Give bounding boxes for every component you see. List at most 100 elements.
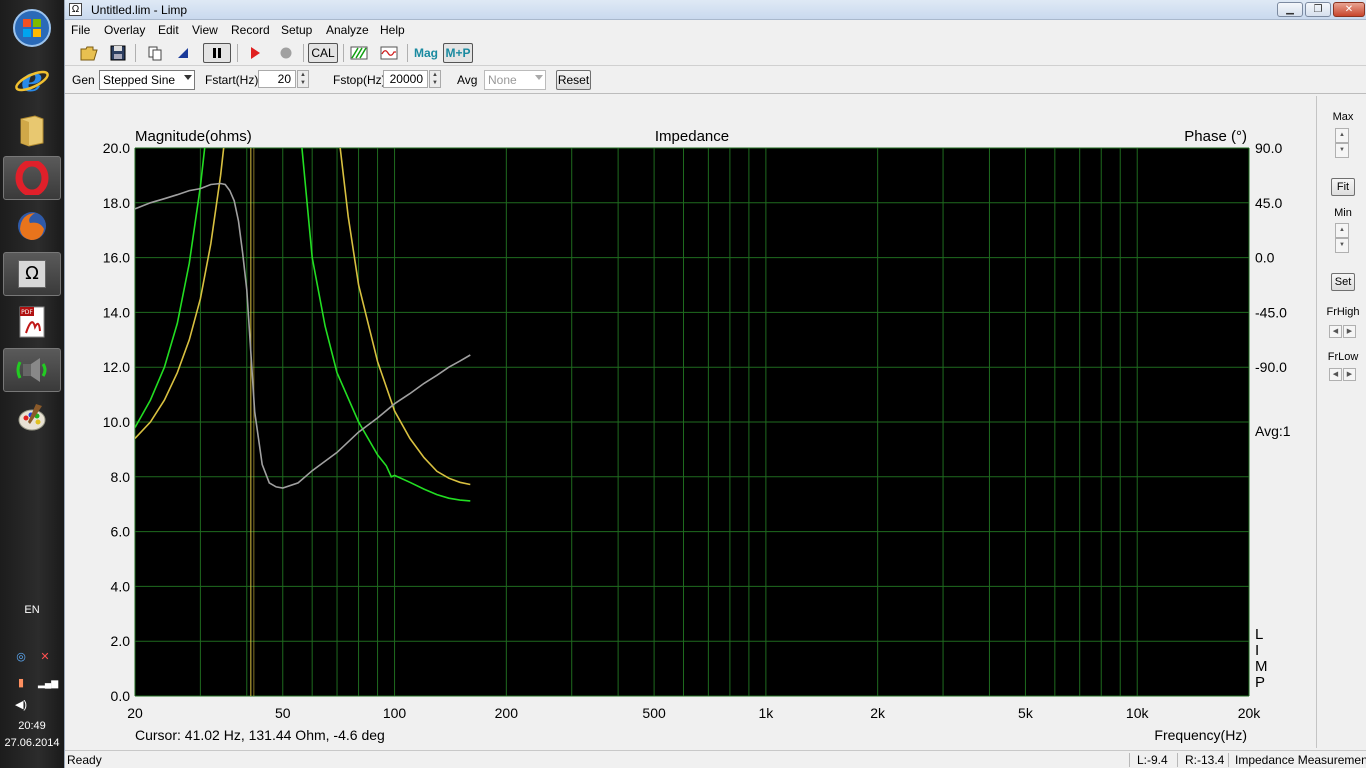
min-up-button[interactable]: ▲ bbox=[1335, 223, 1349, 238]
opera-icon[interactable] bbox=[3, 156, 61, 200]
start-orb-icon[interactable] bbox=[3, 6, 61, 50]
menu-help[interactable]: Help bbox=[380, 23, 405, 37]
chevron-down-icon bbox=[535, 75, 543, 80]
frlow-left-button[interactable]: ◀ bbox=[1329, 368, 1342, 381]
limp-letter: L bbox=[1255, 626, 1263, 643]
chart-title: Impedance bbox=[655, 128, 729, 145]
fstart-input[interactable]: 20 bbox=[258, 70, 296, 88]
max-up-button[interactable]: ▲ bbox=[1335, 128, 1349, 143]
set-button[interactable]: Set bbox=[1331, 273, 1355, 291]
x-tick-label: 50 bbox=[275, 705, 291, 721]
menu-record[interactable]: Record bbox=[231, 23, 270, 37]
stop-button[interactable] bbox=[274, 43, 298, 63]
x-tick-label: 20k bbox=[1238, 705, 1262, 721]
left-tick-label: 14.0 bbox=[103, 304, 130, 320]
fstop-input[interactable]: 20000 bbox=[383, 70, 428, 88]
gen-label: Gen bbox=[72, 73, 95, 87]
windows-taskbar: e Ω PDF EN ◎ ✕ ▮ ▂▄▆ ◀) 20:49 27.06.2014 bbox=[0, 0, 64, 768]
x-tick-label: 2k bbox=[870, 705, 886, 721]
menu-analyze[interactable]: Analyze bbox=[326, 23, 369, 37]
left-tick-label: 0.0 bbox=[111, 688, 131, 704]
gen-select[interactable]: Stepped Sine bbox=[99, 70, 195, 90]
svg-text:PDF: PDF bbox=[21, 309, 33, 316]
folder-icon[interactable] bbox=[3, 108, 61, 152]
status-left-level: L:-9.4 bbox=[1137, 753, 1168, 767]
frlow-right-button[interactable]: ▶ bbox=[1343, 368, 1356, 381]
toolbar: CAL Mag M+P bbox=[65, 40, 1366, 66]
menu-edit[interactable]: Edit bbox=[158, 23, 179, 37]
fstart-spinner[interactable]: ▲ ▼ bbox=[297, 70, 309, 88]
right-tick-label: 0.0 bbox=[1255, 250, 1275, 266]
fstop-spinner[interactable]: ▲ ▼ bbox=[429, 70, 441, 88]
language-indicator[interactable]: EN bbox=[0, 604, 64, 616]
fstart-label: Fstart(Hz) bbox=[205, 73, 259, 87]
gen-select-value: Stepped Sine bbox=[103, 73, 176, 87]
paint-icon[interactable] bbox=[3, 396, 61, 440]
max-down-button[interactable]: ▼ bbox=[1335, 143, 1349, 158]
limp-letter: P bbox=[1255, 674, 1265, 691]
clock-date[interactable]: 27.06.2014 bbox=[0, 737, 64, 749]
chart-panel: 20.0 18.0 16.0 14.0 12.0 10.0 8.0 6.0 4.0 2.0 0.0 9… bbox=[67, 96, 1317, 748]
overlay-hatch-icon[interactable] bbox=[347, 43, 371, 63]
menu-setup[interactable]: Setup bbox=[281, 23, 312, 37]
left-axis-title: Magnitude(ohms) bbox=[135, 128, 252, 145]
restore-button[interactable]: ❐ bbox=[1305, 2, 1331, 17]
status-mode: Impedance Measuremen bbox=[1235, 753, 1366, 767]
waveform-icon[interactable] bbox=[377, 43, 401, 63]
firefox-icon[interactable] bbox=[3, 204, 61, 248]
left-tick-label: 10.0 bbox=[103, 414, 130, 430]
limp-omega-icon[interactable]: Ω bbox=[3, 252, 61, 296]
avg-select[interactable]: None bbox=[484, 70, 546, 90]
close-button[interactable]: ✕ bbox=[1333, 2, 1365, 17]
volume-tray-icon[interactable]: ◀) bbox=[14, 698, 28, 712]
window-title: Untitled.lim - Limp bbox=[91, 3, 188, 17]
frhigh-label: FrHigh bbox=[1326, 306, 1360, 318]
x-tick-label: 100 bbox=[383, 705, 407, 721]
menu-overlay[interactable]: Overlay bbox=[104, 23, 145, 37]
action-center-icon[interactable]: ✕ bbox=[38, 650, 52, 664]
frhigh-left-button[interactable]: ◀ bbox=[1329, 325, 1342, 338]
avg-label: Avg bbox=[457, 73, 478, 87]
open-file-icon[interactable] bbox=[77, 43, 101, 63]
frhigh-right-button[interactable]: ▶ bbox=[1343, 325, 1356, 338]
fstop-label: Fstop(Hz) bbox=[333, 73, 386, 87]
left-tick-label: 2.0 bbox=[111, 633, 131, 649]
fit-button[interactable]: Fit bbox=[1331, 178, 1355, 196]
mag-button[interactable]: Mag bbox=[411, 43, 441, 63]
avg-select-value: None bbox=[488, 73, 517, 87]
network-tray-icon[interactable]: ◎ bbox=[14, 650, 28, 664]
signal-tray-icon[interactable]: ▂▄▆ bbox=[38, 676, 58, 690]
limp-window: Ω Untitled.lim - Limp ▁ ❐ ✕ File Overlay… bbox=[64, 0, 1366, 768]
save-icon[interactable] bbox=[106, 43, 130, 63]
reset-button[interactable]: Reset bbox=[556, 70, 591, 90]
chevron-down-icon bbox=[184, 75, 192, 80]
limp-letter: I bbox=[1255, 642, 1259, 659]
mag-phase-button[interactable]: M+P bbox=[443, 43, 473, 63]
pdf-icon[interactable]: PDF bbox=[3, 300, 61, 344]
svg-text:e: e bbox=[21, 62, 43, 98]
app-omega-icon[interactable]: Ω bbox=[69, 3, 82, 16]
menu-bar: File Overlay Edit View Record Setup Anal… bbox=[65, 20, 1366, 40]
left-tick-label: 20.0 bbox=[103, 140, 130, 156]
internet-explorer-icon[interactable]: e bbox=[3, 58, 61, 102]
left-tick-label: 12.0 bbox=[103, 359, 130, 375]
title-bar[interactable]: Ω Untitled.lim - Limp ▁ ❐ ✕ bbox=[65, 0, 1366, 20]
clock-time[interactable]: 20:49 bbox=[0, 720, 64, 732]
copy-icon[interactable] bbox=[143, 43, 167, 63]
menu-file[interactable]: File bbox=[71, 23, 90, 37]
power-tray-icon[interactable]: ▮ bbox=[14, 676, 28, 690]
left-tick-label: 4.0 bbox=[111, 578, 131, 594]
right-tick-label: 45.0 bbox=[1255, 195, 1282, 211]
cal-button[interactable]: CAL bbox=[308, 43, 338, 63]
cursor-mode-icon[interactable] bbox=[171, 43, 195, 63]
left-tick-label: 6.0 bbox=[111, 524, 131, 540]
min-label: Min bbox=[1334, 207, 1352, 219]
record-play-button[interactable] bbox=[243, 43, 267, 63]
impedance-chart[interactable]: 20.0 18.0 16.0 14.0 12.0 10.0 8.0 6.0 4.0 2.0 0.0 9… bbox=[67, 96, 1315, 748]
minimize-button[interactable]: ▁ bbox=[1277, 2, 1303, 17]
menu-view[interactable]: View bbox=[192, 23, 218, 37]
pause-button[interactable] bbox=[203, 43, 231, 63]
limp-letter: M bbox=[1255, 658, 1268, 675]
min-down-button[interactable]: ▼ bbox=[1335, 238, 1349, 253]
speaker-app-icon[interactable] bbox=[3, 348, 61, 392]
